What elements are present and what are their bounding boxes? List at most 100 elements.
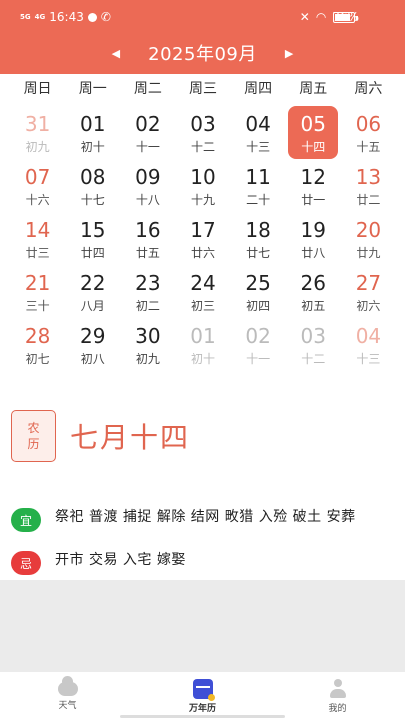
weekday-label: 周一: [78, 81, 107, 97]
calendar-day[interactable]: 03 十二: [175, 106, 230, 159]
day-number: 03: [190, 112, 216, 136]
tab-profile[interactable]: 我的: [270, 672, 405, 720]
calendar-day[interactable]: 14 廿三: [10, 212, 65, 265]
day-number: 19: [300, 218, 326, 242]
day-number: 12: [300, 165, 326, 189]
month-navigator: ◀ 2025年09月 ▶: [0, 36, 405, 70]
day-number: 17: [190, 218, 216, 242]
lunar-day: 廿五: [135, 246, 160, 260]
lunar-day: 二十: [246, 193, 271, 207]
calendar-day[interactable]: 09 十八: [120, 159, 175, 212]
day-number: 25: [245, 271, 271, 295]
ji-row: 忌 开市 交易 入宅 嫁娶: [11, 551, 401, 575]
day-number: 26: [300, 271, 326, 295]
calendar-day[interactable]: 18 廿七: [231, 212, 286, 265]
lunar-day: 十二: [301, 352, 326, 366]
calendar-day[interactable]: 08 十七: [65, 159, 120, 212]
day-number: 04: [355, 324, 382, 348]
mute-icon: ✕: [299, 10, 310, 24]
calendar-day[interactable]: 04 十三: [341, 318, 396, 371]
calendar-day[interactable]: 25 初四: [231, 265, 286, 318]
cloud-icon: [57, 675, 78, 696]
day-number: 27: [355, 271, 382, 295]
lunar-day: 初九: [25, 140, 50, 154]
lunar-day: 十三: [356, 352, 381, 366]
lunar-badge: 农 历: [11, 410, 56, 462]
weekday-label: 周日: [23, 81, 52, 97]
weekday-label: 周三: [188, 81, 217, 97]
day-number: 13: [355, 165, 382, 189]
lunar-day: 十一: [135, 140, 160, 154]
weekday-header: 周日 周一 周二 周三 周四 周五 周六: [10, 78, 396, 102]
calendar-day[interactable]: 03 十二: [286, 318, 341, 371]
lunar-day: 廿三: [25, 246, 50, 260]
lunar-day: 初七: [25, 352, 50, 366]
tab-calendar-label: 万年历: [188, 703, 216, 714]
calendar-day[interactable]: 28 初七: [10, 318, 65, 371]
yi-tag: 宜: [11, 508, 41, 532]
month-title[interactable]: 2025年09月: [148, 40, 257, 66]
calendar-day[interactable]: 24 初三: [175, 265, 230, 318]
day-number: 18: [245, 218, 271, 242]
lunar-day: 初二: [135, 299, 160, 313]
app-header: 5G 4G 16:43 ✆ ✕ ◠ 76% ◀ 2025年09月 ▶: [0, 0, 405, 74]
calendar-day-selected[interactable]: 05 十四: [288, 106, 339, 159]
calendar-day[interactable]: 13 廿二: [341, 159, 396, 212]
lunar-day: 十二: [190, 140, 215, 154]
calendar-day[interactable]: 23 初二: [120, 265, 175, 318]
lunar-day: 廿九: [356, 246, 381, 260]
lunar-day: 十九: [190, 193, 215, 207]
tab-weather[interactable]: 天气: [0, 672, 135, 720]
day-number: 15: [79, 218, 106, 242]
next-month-button[interactable]: ▶: [285, 47, 293, 60]
clock: 16:43: [49, 10, 84, 24]
lunar-day: 廿一: [301, 193, 326, 207]
lunar-day: 十五: [356, 140, 381, 154]
ji-tag: 忌: [11, 551, 41, 575]
calendar-day[interactable]: 12 廿一: [286, 159, 341, 212]
calendar-day[interactable]: 02 十一: [231, 318, 286, 371]
calendar-day[interactable]: 06 十五: [341, 106, 396, 159]
calendar-day[interactable]: 04 十三: [231, 106, 286, 159]
calendar-day[interactable]: 11 二十: [231, 159, 286, 212]
calendar-day[interactable]: 16 廿五: [120, 212, 175, 265]
calendar-day[interactable]: 26 初五: [286, 265, 341, 318]
day-number: 09: [135, 165, 161, 189]
lunar-day: 廿六: [190, 246, 215, 260]
lunar-badge-line1: 农: [27, 421, 40, 435]
calendar-day[interactable]: 31 初九: [10, 106, 65, 159]
calendar-day[interactable]: 01 初十: [175, 318, 230, 371]
calendar-day[interactable]: 30 初九: [120, 318, 175, 371]
day-number: 23: [135, 271, 161, 295]
lunar-day: 初四: [246, 299, 271, 313]
lunar-day: 初三: [190, 299, 215, 313]
day-number: 07: [24, 165, 51, 189]
lunar-day: 廿七: [246, 246, 271, 260]
lunar-day: 十八: [135, 193, 160, 207]
calendar-day[interactable]: 22 八月: [65, 265, 120, 318]
calendar-day[interactable]: 21 三十: [10, 265, 65, 318]
day-number: 01: [79, 112, 106, 136]
calendar-day[interactable]: 15 廿四: [65, 212, 120, 265]
lunar-day: 十一: [246, 352, 271, 366]
prev-month-button[interactable]: ◀: [112, 47, 120, 60]
calendar-day[interactable]: 19 廿八: [286, 212, 341, 265]
phone-icon: ✆: [100, 10, 111, 24]
calendar-day[interactable]: 07 十六: [10, 159, 65, 212]
calendar-day[interactable]: 27 初六: [341, 265, 396, 318]
calendar-day[interactable]: 10 十九: [175, 159, 230, 212]
calendar-day[interactable]: 02 十一: [120, 106, 175, 159]
calendar-day[interactable]: 29 初八: [65, 318, 120, 371]
day-number: 21: [24, 271, 51, 295]
lunar-day: 初九: [135, 352, 160, 366]
lunar-day: 初八: [80, 352, 105, 366]
day-number: 24: [190, 271, 216, 295]
lunar-day: 三十: [25, 299, 50, 313]
calendar-day[interactable]: 17 廿六: [175, 212, 230, 265]
day-number: 28: [24, 324, 51, 348]
calendar-day[interactable]: 01 初十: [65, 106, 120, 159]
lunar-date: 七月十四: [70, 421, 191, 454]
calendar-day[interactable]: 20 廿九: [341, 212, 396, 265]
calendar-grid: 31 初九 01 初十 02 十一 03 十二 04 十三 05 十四 06 十五 07 十六 08 十七 09 十八…: [10, 106, 396, 371]
tab-calendar[interactable]: 万年历: [135, 672, 270, 720]
